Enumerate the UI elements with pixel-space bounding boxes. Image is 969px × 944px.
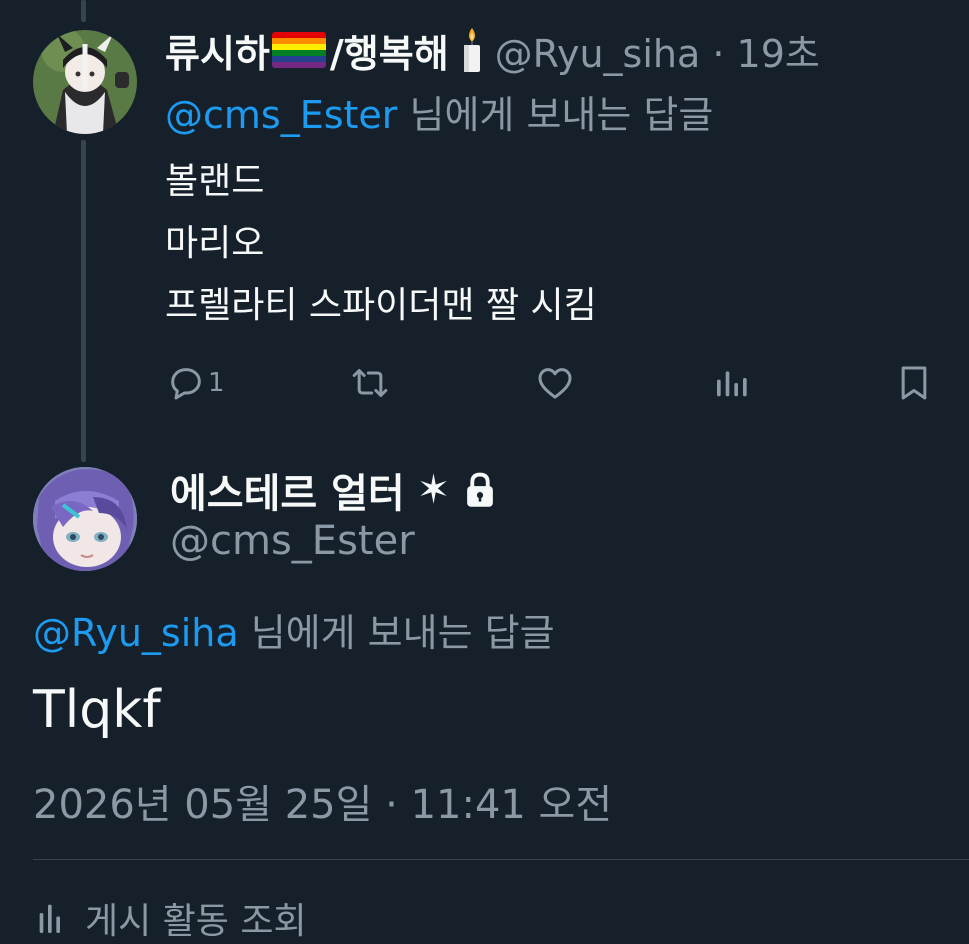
bookmark-button[interactable] bbox=[894, 360, 934, 406]
main-handle[interactable]: @cms_Ester bbox=[170, 518, 415, 564]
candle-icon bbox=[463, 28, 480, 72]
views-button[interactable] bbox=[712, 360, 752, 406]
reply-handle-time[interactable]: @Ryu_siha · 19초 bbox=[495, 23, 820, 78]
reply-author-row[interactable]: 류시하 /행복해 @Ryu_siha · 19초 bbox=[165, 24, 820, 76]
rainbow-flag-icon bbox=[271, 32, 326, 68]
star-icon: ✶ bbox=[416, 467, 451, 513]
main-tweet-text: Tlqkf bbox=[33, 680, 161, 740]
view-post-activity-button[interactable]: 게시 활동 조회 bbox=[33, 892, 307, 944]
like-button[interactable] bbox=[535, 360, 575, 406]
avatar-ryu-siha[interactable] bbox=[33, 30, 137, 134]
reply-display-name[interactable]: 류시하 bbox=[165, 23, 270, 78]
reply-button[interactable]: 1 bbox=[166, 360, 225, 406]
bookmark-icon bbox=[901, 366, 927, 400]
like-icon bbox=[538, 368, 572, 399]
reply-count: 1 bbox=[208, 368, 225, 398]
reply-mention-link[interactable]: @cms_Ester bbox=[165, 93, 397, 137]
activity-icon bbox=[39, 904, 60, 933]
reply-body-line-2: 마리오 bbox=[165, 223, 265, 264]
thread-line bbox=[81, 140, 86, 462]
avatar-cms-ester[interactable] bbox=[33, 467, 137, 571]
main-replying-to: @Ryu_siha 님에게 보내는 답글 bbox=[33, 602, 555, 657]
main-author-row[interactable]: 에스테르 얼터 ✶ bbox=[170, 462, 496, 518]
reply-body-line-1: 볼랜드 bbox=[165, 161, 265, 202]
reply-icon bbox=[171, 368, 201, 400]
views-icon bbox=[717, 371, 747, 397]
main-timestamp[interactable]: 2026년 05월 25일 · 11:41 오전 bbox=[33, 772, 612, 830]
reply-display-name-suffix[interactable]: /행복해 bbox=[330, 23, 449, 78]
reply-body-line-3: 프렐라티 스파이더맨 짤 시킴 bbox=[165, 285, 597, 326]
lock-icon bbox=[467, 472, 494, 507]
main-display-name[interactable]: 에스테르 얼터 bbox=[170, 461, 405, 519]
retweet-button[interactable] bbox=[350, 360, 390, 406]
main-mention-link[interactable]: @Ryu_siha bbox=[33, 611, 239, 655]
reply-replying-to-suffix: 님에게 보내는 답글 bbox=[397, 93, 714, 137]
divider bbox=[33, 859, 969, 860]
thread-line-top bbox=[81, 0, 86, 22]
main-replying-to-suffix: 님에게 보내는 답글 bbox=[238, 611, 555, 655]
activity-label: 게시 활동 조회 bbox=[85, 901, 307, 942]
reply-replying-to: @cms_Ester 님에게 보내는 답글 bbox=[165, 84, 713, 139]
retweet-icon bbox=[352, 369, 388, 397]
